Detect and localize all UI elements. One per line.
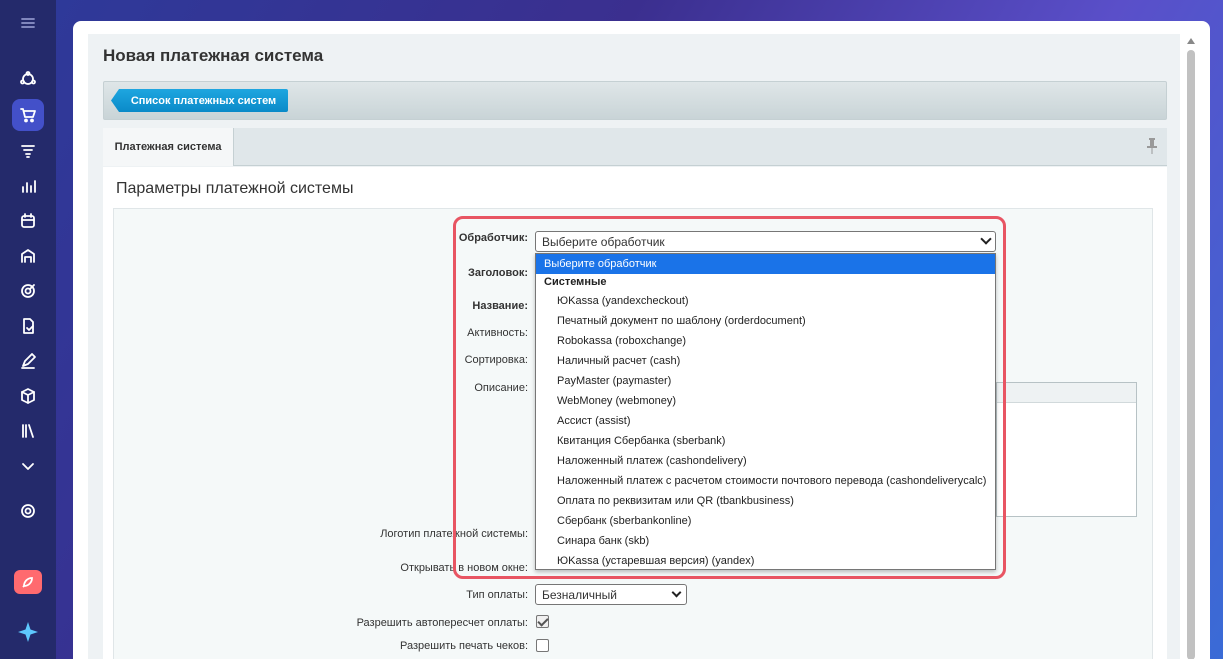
active-label: Активность: <box>467 327 528 339</box>
dropdown-option[interactable]: Наложенный платеж (cashondelivery) <box>536 451 995 471</box>
scrollbar[interactable] <box>1184 34 1198 659</box>
chevron-down-icon <box>980 233 992 245</box>
dropdown-option[interactable]: WebMoney (webmoney) <box>536 391 995 411</box>
handler-select-value: Выберите обработчик <box>542 234 665 249</box>
cart-icon[interactable] <box>12 99 44 131</box>
target-icon[interactable] <box>12 275 44 307</box>
tabs-bar <box>103 128 1167 166</box>
pay-type-label: Тип оплаты: <box>466 589 528 601</box>
section-title: Параметры платежной системы <box>116 180 354 197</box>
chevron-down-icon[interactable] <box>12 450 44 482</box>
pen-icon[interactable] <box>12 345 44 377</box>
auto-recalc-checkbox[interactable] <box>536 615 549 628</box>
warehouse-icon[interactable] <box>12 240 44 272</box>
dropdown-option-selected[interactable]: Выберите обработчик <box>536 254 995 274</box>
dropdown-option[interactable]: Ассист (assist) <box>536 411 995 431</box>
print-checks-label: Разрешить печать чеков: <box>400 640 528 652</box>
description-label: Описание: <box>474 382 528 394</box>
dropdown-option[interactable]: Сбербанк (sberbankonline) <box>536 511 995 531</box>
print-checks-checkbox[interactable] <box>536 639 549 652</box>
contacts-icon[interactable] <box>12 63 44 95</box>
dropdown-option[interactable]: Robokassa (roboxchange) <box>536 331 995 351</box>
editor-toolbar <box>997 383 1136 403</box>
menu-icon[interactable] <box>12 7 44 39</box>
star-icon[interactable] <box>16 620 40 644</box>
calendar-icon[interactable] <box>12 205 44 237</box>
rocket-icon[interactable] <box>14 570 42 594</box>
library-icon[interactable] <box>12 415 44 447</box>
logo-label: Логотип платежной системы: <box>380 528 528 540</box>
analytics-icon[interactable] <box>12 170 44 202</box>
handler-label: Обработчик: <box>458 232 528 244</box>
box-icon[interactable] <box>12 380 44 412</box>
sort-label: Сортировка: <box>464 354 528 366</box>
page-title: Новая платежная система <box>103 46 324 65</box>
dropdown-option[interactable]: Наложенный платеж с расчетом стоимости п… <box>536 471 995 491</box>
pin-icon[interactable] <box>1146 138 1158 154</box>
pay-type-select[interactable]: Безналичный <box>535 584 687 605</box>
new-window-label: Открывать в новом окне: <box>400 562 528 574</box>
settings-icon[interactable] <box>12 495 44 527</box>
scroll-thumb[interactable] <box>1187 50 1195 659</box>
dropdown-option[interactable]: Квитанция Сбербанка (sberbank) <box>536 431 995 451</box>
handler-dropdown[interactable]: Выберите обработчик Системные ЮKassa (ya… <box>535 253 996 570</box>
name-label: Название: <box>472 300 528 312</box>
dropdown-option[interactable]: Оплата по реквизитам или QR (tbankbusine… <box>536 491 995 511</box>
dropdown-option[interactable]: PayMaster (paymaster) <box>536 371 995 391</box>
tab-payment-system[interactable]: Платежная система <box>103 128 234 166</box>
handler-select[interactable]: Выберите обработчик <box>535 231 996 252</box>
dropdown-option[interactable]: ЮKassa (yandexcheckout) <box>536 291 995 311</box>
dropdown-group-label: Системные <box>544 276 607 288</box>
payment-systems-list-button[interactable]: Список платежных систем <box>111 89 288 112</box>
pay-type-value: Безналичный <box>542 587 617 602</box>
dropdown-option[interactable]: ЮKassa (устаревшая версия) (yandex) <box>536 551 995 571</box>
auto-recalc-label: Разрешить автопересчет оплаты: <box>356 617 528 629</box>
description-editor[interactable] <box>996 382 1137 517</box>
left-sidebar <box>0 0 56 659</box>
dropdown-option[interactable]: Наличный расчет (cash) <box>536 351 995 371</box>
scroll-up-arrow[interactable] <box>1187 38 1195 44</box>
dropdown-option[interactable]: Печатный документ по шаблону (orderdocum… <box>536 311 995 331</box>
document-icon[interactable] <box>12 310 44 342</box>
header-label: Заголовок: <box>468 267 528 279</box>
chevron-down-icon <box>671 587 682 598</box>
dropdown-option[interactable]: Синара банк (skb) <box>536 531 995 551</box>
filter-icon[interactable] <box>12 135 44 167</box>
